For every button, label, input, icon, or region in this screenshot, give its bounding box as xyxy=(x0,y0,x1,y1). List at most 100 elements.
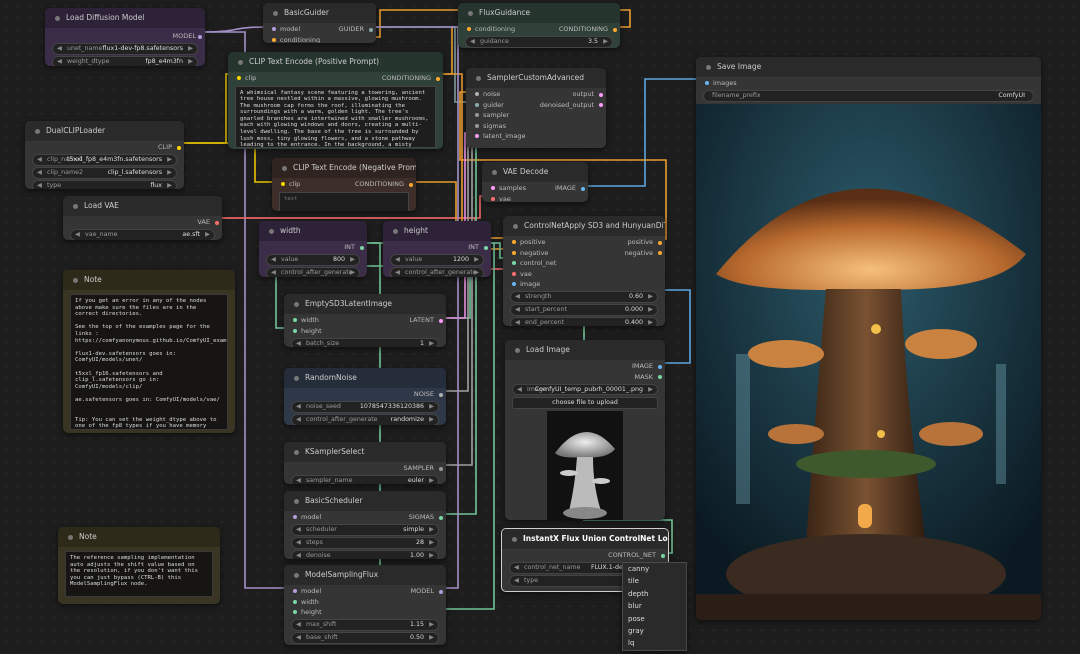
input-slot-sigmas[interactable] xyxy=(475,123,479,128)
input-slot-sampler[interactable] xyxy=(475,113,479,117)
output-slot-denoised[interactable] xyxy=(599,103,603,107)
widget-batch-size[interactable]: ◀ batch_size 1 ▶ xyxy=(291,337,439,347)
input-slot-samples[interactable] xyxy=(491,186,495,190)
input-slot-vae[interactable] xyxy=(512,271,516,276)
output-slot-negative[interactable] xyxy=(658,251,662,255)
node-collapse-dot[interactable] xyxy=(513,223,518,229)
widget-end-percent[interactable]: ◀ end_percent 0.400 ▶ xyxy=(510,317,658,326)
input-slot-model[interactable] xyxy=(293,589,297,593)
input-slot-height[interactable] xyxy=(293,610,297,614)
output-slot-model[interactable] xyxy=(439,589,443,594)
node-basic-guider[interactable]: BasicGuider model GUIDER conditioning xyxy=(263,3,376,43)
output-slot-conditioning[interactable] xyxy=(613,27,617,32)
output-slot-conditioning[interactable] xyxy=(436,76,440,81)
dropdown-option[interactable]: gray xyxy=(623,625,686,637)
input-slot-control-net[interactable] xyxy=(512,261,516,265)
input-slot-clip[interactable] xyxy=(237,76,241,80)
node-clip-text-encode-negative[interactable]: CLIP Text Encode (Negative Prompt) clip C… xyxy=(272,158,416,211)
widget-type[interactable]: ◀ type flux ▶ xyxy=(32,180,177,189)
input-slot-width[interactable] xyxy=(293,318,297,322)
node-collapse-dot[interactable] xyxy=(238,59,243,65)
widget-weight-dtype[interactable]: ◀ weight_dtype fp8_e4m3fn ▶ xyxy=(52,56,198,66)
node-collapse-dot[interactable] xyxy=(512,536,517,542)
widget-vae-name[interactable]: ◀ vae_name ae.sft ▶ xyxy=(70,229,215,240)
node-collapse-dot[interactable] xyxy=(55,15,60,21)
output-slot-mask[interactable] xyxy=(658,375,662,379)
widget-start-percent[interactable]: ◀ start_percent 0.000 ▶ xyxy=(510,304,658,316)
input-slot-clip[interactable] xyxy=(281,182,285,186)
note-textarea[interactable]: The reference sampling implementation au… xyxy=(65,551,213,597)
input-slot-model[interactable] xyxy=(293,515,297,519)
dropdown-option[interactable]: depth xyxy=(623,588,686,600)
input-slot-images[interactable] xyxy=(705,81,709,85)
node-collapse-dot[interactable] xyxy=(269,228,274,234)
input-slot-image[interactable] xyxy=(512,282,516,286)
widget-value[interactable]: ◀ value 800 ▶ xyxy=(266,254,360,266)
node-collapse-dot[interactable] xyxy=(476,75,481,81)
output-slot-clip[interactable] xyxy=(177,145,181,150)
dropdown-option[interactable]: blur xyxy=(623,600,686,612)
input-slot-width[interactable] xyxy=(293,599,297,604)
node-flux-guidance[interactable]: FluxGuidance conditioning CONDITIONING ◀ g… xyxy=(458,3,620,48)
widget-denoise[interactable]: ◀ denoise 1.00 ▶ xyxy=(291,550,439,559)
input-slot-noise[interactable] xyxy=(475,92,479,96)
prompt-textarea[interactable]: A whimsical fantasy scene featuring a to… xyxy=(235,85,436,148)
widget-scheduler[interactable]: ◀ scheduler simple ▶ xyxy=(291,524,439,536)
input-slot-conditioning[interactable] xyxy=(272,37,276,42)
node-basic-scheduler[interactable]: BasicScheduler model SIGMAS ◀ scheduler sim… xyxy=(284,491,446,559)
node-load-vae[interactable]: Load VAE VAE ◀ vae_name ae.sft ▶ xyxy=(63,196,222,240)
node-collapse-dot[interactable] xyxy=(294,375,299,381)
widget-strength[interactable]: ◀ strength 0.60 ▶ xyxy=(510,291,658,303)
node-load-image[interactable]: Load Image IMAGE MASK ◀ image ComfyUI_temp… xyxy=(505,340,665,520)
input-slot-positive[interactable] xyxy=(512,240,516,244)
widget-control-after-generate[interactable]: ◀ control_after_generate randomize ▶ xyxy=(291,414,439,425)
widget-sampler-name[interactable]: ◀ sampler_name euler ▶ xyxy=(291,475,439,484)
widget-control-after-generate[interactable]: ◀ control_after_generate ▶ xyxy=(266,267,360,277)
node-collapse-dot[interactable] xyxy=(68,534,73,540)
input-slot-vae[interactable] xyxy=(491,196,495,201)
dropdown-option[interactable]: canny xyxy=(623,563,686,575)
node-collapse-dot[interactable] xyxy=(282,165,287,171)
dropdown-option[interactable]: pose xyxy=(623,613,686,625)
output-slot-int[interactable] xyxy=(360,245,364,250)
widget-value[interactable]: ◀ value 1200 ▶ xyxy=(390,254,484,266)
widget-clip-name1[interactable]: ◀ clip_name1 t5xxl_fp8_e4m3fn.safetensors ▶ xyxy=(32,154,177,166)
node-collapse-dot[interactable] xyxy=(73,277,78,283)
widget-filename-prefix[interactable]: filename_prefix ComfyUI xyxy=(703,90,1034,102)
output-slot-conditioning[interactable] xyxy=(409,182,413,187)
output-slot-vae[interactable] xyxy=(215,220,219,225)
output-slot-int[interactable] xyxy=(484,245,488,250)
negative-prompt-textarea[interactable]: text xyxy=(279,191,409,211)
node-dual-clip-loader[interactable]: DualCLIPLoader CLIP ◀ clip_name1 t5xxl_fp8… xyxy=(25,121,184,189)
input-slot-latent[interactable] xyxy=(475,134,479,138)
note-textarea[interactable]: If you get an error in any of the nodes … xyxy=(70,294,228,430)
node-collapse-dot[interactable] xyxy=(294,301,299,307)
node-collapse-dot[interactable] xyxy=(294,498,299,504)
node-vae-decode[interactable]: VAE Decode samples IMAGE vae xyxy=(482,162,588,202)
node-collapse-dot[interactable] xyxy=(492,169,497,175)
output-slot-image[interactable] xyxy=(581,186,585,191)
widget-image[interactable]: ◀ image ComfyUI_temp_pubrh_00001_.png ▶ xyxy=(512,383,658,395)
input-slot-model[interactable] xyxy=(272,27,276,31)
node-save-image[interactable]: Save Image images filename_prefix ComfyUI xyxy=(696,57,1041,620)
node-clip-text-encode-positive[interactable]: CLIP Text Encode (Positive Prompt) clip C… xyxy=(228,52,443,149)
widget-base-shift[interactable]: ◀ base_shift 0.50 ▶ xyxy=(291,632,439,644)
output-slot-guider[interactable] xyxy=(369,27,373,32)
widget-steps[interactable]: ◀ steps 28 ▶ xyxy=(291,537,439,549)
node-collapse-dot[interactable] xyxy=(35,128,40,134)
input-slot-negative[interactable] xyxy=(512,250,516,255)
type-dropdown-menu[interactable]: canny tile depth blur pose gray lq xyxy=(622,562,687,651)
node-sampler-custom-advanced[interactable]: SamplerCustomAdvanced noise output guider… xyxy=(466,68,606,148)
output-slot-control-net[interactable] xyxy=(661,553,665,558)
widget-unet-name[interactable]: ◀ unet_name flux1-dev-fp8.safetensors ▶ xyxy=(52,43,198,55)
node-random-noise[interactable]: RandomNoise NOISE ◀ noise_seed 10785473361… xyxy=(284,368,446,425)
widget-noise-seed[interactable]: ◀ noise_seed 1078547336120386 ▶ xyxy=(291,401,439,413)
output-slot-image[interactable] xyxy=(658,364,662,369)
output-slot-positive[interactable] xyxy=(658,240,662,245)
output-slot-noise[interactable] xyxy=(439,392,443,397)
node-width[interactable]: width INT ◀ value 800 ▶ ◀ control_after_gene… xyxy=(259,221,367,277)
node-collapse-dot[interactable] xyxy=(393,228,398,234)
node-collapse-dot[interactable] xyxy=(706,64,711,70)
node-collapse-dot[interactable] xyxy=(73,203,78,209)
dropdown-option[interactable]: tile xyxy=(623,575,686,587)
